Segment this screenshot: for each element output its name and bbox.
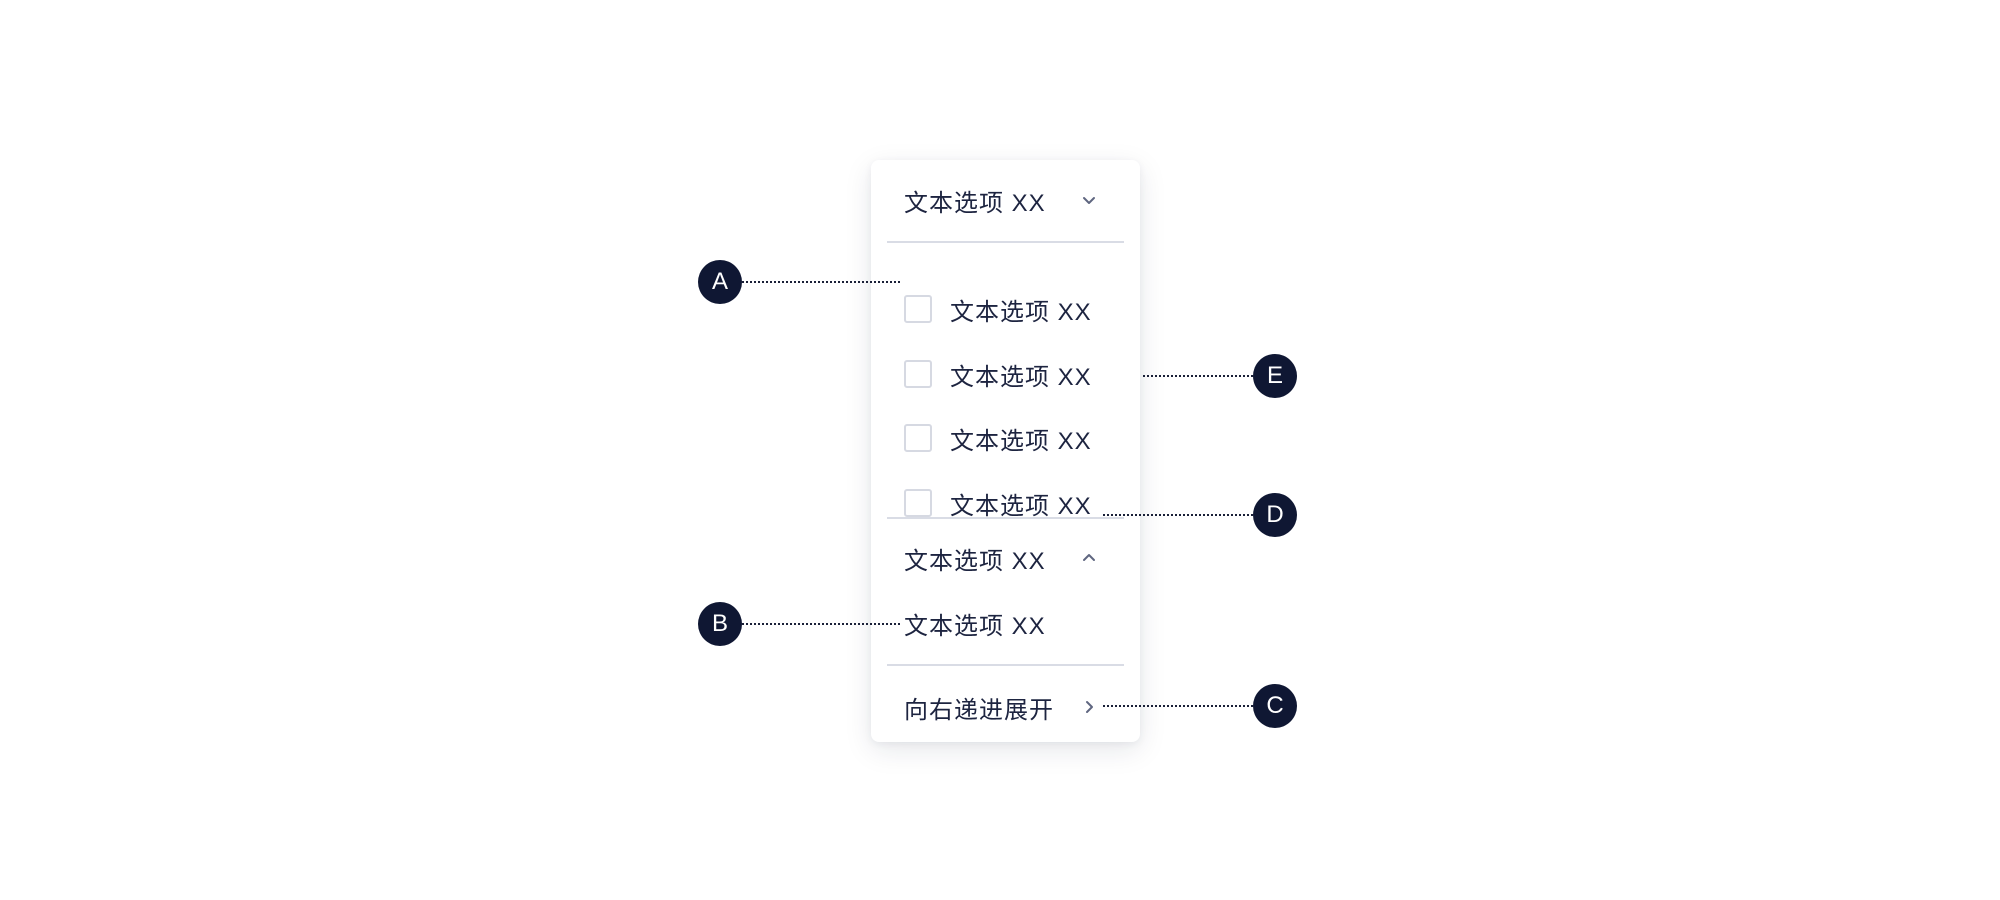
checkbox-option-label: 文本选项 XX: [950, 427, 1092, 455]
section-divider: [887, 241, 1124, 243]
group-header-collapsible[interactable]: 文本选项 XX: [871, 172, 1140, 228]
checkbox-option[interactable]: 文本选项 XX: [871, 281, 1140, 337]
chevron-right-icon: [1081, 699, 1097, 715]
checkbox[interactable]: [904, 295, 932, 323]
callout-d-letter: D: [1266, 501, 1284, 528]
cascade-menu-item-label: 向右递进展开: [904, 696, 1054, 724]
dropdown-menu: 文本选项 XX 文本选项 XX 文本选项 XX 文本选项 XX 文本选项 XX: [871, 160, 1140, 742]
menu-option[interactable]: 文本选项 XX: [871, 595, 1140, 651]
callout-a-badge: A: [698, 260, 742, 304]
checkbox[interactable]: [904, 424, 932, 452]
checkbox-option-label: 文本选项 XX: [950, 492, 1092, 520]
callout-c-leader-line: [1103, 705, 1253, 707]
callout-e-badge: E: [1253, 354, 1297, 398]
checkbox[interactable]: [904, 360, 932, 388]
group-header-label: 文本选项 XX: [904, 189, 1046, 217]
callout-b-leader-line: [742, 623, 900, 625]
group-header-label: 文本选项 XX: [904, 547, 1046, 575]
section-divider: [887, 517, 1124, 519]
checkbox[interactable]: [904, 489, 932, 517]
chevron-down-icon: [1081, 192, 1097, 208]
checkbox-option-label: 文本选项 XX: [950, 363, 1092, 391]
group-header-collapsible[interactable]: 文本选项 XX: [871, 530, 1140, 586]
diagram-stage: 文本选项 XX 文本选项 XX 文本选项 XX 文本选项 XX 文本选项 XX: [0, 0, 2000, 900]
callout-c-letter: C: [1266, 692, 1284, 719]
callout-c-badge: C: [1253, 684, 1297, 728]
callout-b-badge: B: [698, 602, 742, 646]
chevron-up-icon: [1081, 550, 1097, 566]
section-divider: [887, 664, 1124, 666]
callout-e-leader-line: [1143, 375, 1253, 377]
callout-b-letter: B: [711, 610, 728, 637]
checkbox-option[interactable]: 文本选项 XX: [871, 475, 1140, 531]
callout-a-letter: A: [711, 268, 728, 295]
checkbox-option[interactable]: 文本选项 XX: [871, 346, 1140, 402]
checkbox-option-label: 文本选项 XX: [950, 298, 1092, 326]
callout-d-leader-line: [1103, 514, 1253, 516]
callout-d-badge: D: [1253, 493, 1297, 537]
menu-option-label: 文本选项 XX: [904, 612, 1046, 640]
cascade-menu-item[interactable]: 向右递进展开: [871, 679, 1140, 735]
callout-e-letter: E: [1266, 362, 1283, 389]
checkbox-option[interactable]: 文本选项 XX: [871, 410, 1140, 466]
callout-a-leader-line: [742, 281, 900, 283]
